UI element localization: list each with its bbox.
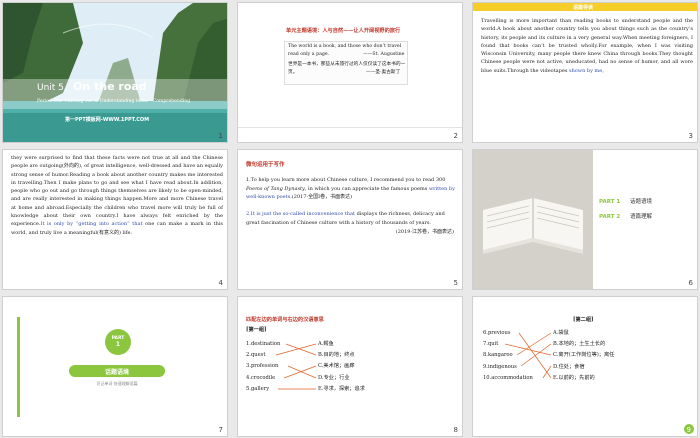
quote-cn-author: ——圣·奥古斯丁	[366, 70, 401, 75]
slide-8[interactable]: 匹配左边的单词与右边的汉语意思 [第一组] 1.destination 2.qu…	[237, 296, 463, 437]
passage-body: they were surprised to find that these f…	[11, 155, 223, 228]
book-image	[473, 150, 593, 289]
passage-highlight: shown by me	[569, 67, 603, 74]
part-item-2[interactable]: PART 2 语篇理解	[599, 212, 652, 220]
slide-4[interactable]: they were surprised to find that these f…	[2, 149, 228, 290]
quote-author: ——St. Augustine	[363, 52, 405, 57]
passage-highlight: It is only by “getting into action” that	[40, 221, 143, 228]
right-meanings: A.袋鼠 B.本地的；土生土长的 C.离开(工作岗位等)；离任 D.住处；食宿 …	[553, 328, 614, 384]
meaning-item: D.住处；食宿	[553, 363, 585, 370]
word-item: 9.indigenous	[483, 363, 517, 370]
sentence-1-a: 1.To help you learn more about Chinese c…	[246, 177, 446, 183]
meaning-item: B.本地的；土生土长的	[553, 341, 606, 348]
unit-subtitle: Period One Starting out & Understanding …	[37, 99, 191, 104]
word-item: 2.quest	[246, 352, 266, 359]
left-words: 1.destination 2.quest 3.profession 4.cro…	[246, 339, 280, 395]
badge-number: 1	[115, 341, 121, 348]
group-label: [第二组]	[573, 317, 594, 323]
word-item: 6.previous	[483, 330, 511, 336]
part-2-label: PART 2	[599, 214, 621, 220]
meaning-item: A.鳄鱼	[318, 341, 334, 347]
section-title: 话题语境	[104, 369, 129, 376]
meaning-item: C.美术馆；画廊	[318, 363, 355, 370]
slide-1[interactable]: Unit 5 On the road Period One Starting o…	[2, 2, 228, 143]
meaning-item: D.专业；行业	[318, 374, 350, 381]
sentence-2-source: (2019·江苏卷，书面表达)	[395, 229, 454, 235]
word-item: 7.quit	[483, 341, 499, 348]
part-badge: PART 1	[105, 329, 131, 355]
part-1-label: PART 1	[599, 199, 621, 205]
meaning-item: E.寻求，探索；追求	[318, 385, 365, 392]
slide-number: 3	[688, 132, 693, 140]
slide-5[interactable]: 微句运用于写作 1.To help you learn more about C…	[237, 149, 463, 290]
slide-header: 语篇导读	[573, 5, 594, 11]
watermark-text: 第一PPT模板网-WWW.1PPT.COM	[65, 117, 150, 123]
section-subtitle: 识记单词 快速理解语篇	[96, 381, 138, 386]
passage-text: Travelling is more important than readin…	[481, 17, 693, 75]
right-meanings: A.鳄鱼 B.目的地；终点 C.美术馆；画廊 D.专业；行业 E.寻求，探索；追…	[318, 339, 365, 395]
meaning-item: B.目的地；终点	[318, 352, 355, 359]
word-item: 4.crocodile	[246, 374, 276, 381]
open-book-icon	[473, 150, 593, 289]
group-label: [第一组]	[246, 327, 267, 333]
slide-header: 匹配左边的单词与右边的汉语意思	[246, 317, 324, 323]
word-item: 1.destination	[246, 341, 281, 347]
slide-number: 7	[218, 426, 223, 434]
meaning-item: E.以前的；先前的	[553, 374, 595, 381]
divider	[238, 127, 462, 128]
slide-number: 2	[453, 132, 458, 140]
slide-6[interactable]: PART 1 话题语境 PART 2 语篇理解 6	[472, 149, 698, 290]
sentence-1: 1.To help you learn more about Chinese c…	[246, 176, 458, 202]
passage-end: ,	[602, 67, 604, 74]
part-2-title: 语篇理解	[630, 214, 653, 220]
slide-header: 微句运用于写作	[246, 162, 285, 168]
word-item: 10.accommodation	[483, 374, 533, 381]
meaning-item: C.离开(工作岗位等)；离任	[553, 352, 615, 359]
slide-number: 9	[686, 426, 691, 434]
meaning-item: A.袋鼠	[553, 330, 569, 336]
left-accent-bar	[17, 317, 20, 417]
sentence-1-c: .(2017·全国Ⅰ卷，书面表达)	[290, 194, 353, 201]
passage-text: they were surprised to find that these f…	[11, 154, 223, 237]
slide-number: 1	[218, 132, 223, 140]
sentence-1-b: , in which you can appreciate the famous…	[304, 185, 429, 192]
sentence-2-highlight: 2.It is just the so-called inconvenience…	[246, 211, 356, 217]
slide-number: 4	[218, 279, 223, 287]
passage-body: Travelling is more important than readin…	[481, 18, 693, 74]
part-1-title: 话题语境	[630, 199, 653, 205]
word-item: 5.gallery	[246, 385, 270, 392]
part-item-1[interactable]: PART 1 话题语境	[599, 197, 652, 205]
sentence-2: 2.It is just the so-called inconvenience…	[246, 210, 458, 227]
sentence-1-italic: Poems of Tang Dynasty	[246, 185, 305, 192]
slide-number: 5	[453, 279, 458, 287]
slide-header: 单元主题语境：人与自然——让人开阔视野的旅行	[286, 28, 401, 34]
word-item: 8.kangaroo	[483, 352, 513, 359]
slide-number: 8	[453, 426, 458, 434]
slide-2[interactable]: 单元主题语境：人与自然——让人开阔视野的旅行 The world is a bo…	[237, 2, 463, 143]
slide-7[interactable]: PART 1 话题语境 识记单词 快速理解语篇 7	[2, 296, 228, 437]
word-item: 3.profession	[246, 363, 279, 370]
slide-number: 6	[688, 279, 693, 287]
unit-label: Unit 5	[37, 83, 64, 93]
slide-3[interactable]: 语篇导读 Travelling is more important than r…	[472, 2, 698, 143]
left-words: 6.previous 7.quit 8.kangaroo 9.indigenou…	[483, 328, 533, 384]
unit-title: On the road	[73, 80, 147, 93]
slide-9[interactable]: [第二组] 6.previous 7.quit 8.kangaroo 9.ind…	[472, 296, 698, 437]
